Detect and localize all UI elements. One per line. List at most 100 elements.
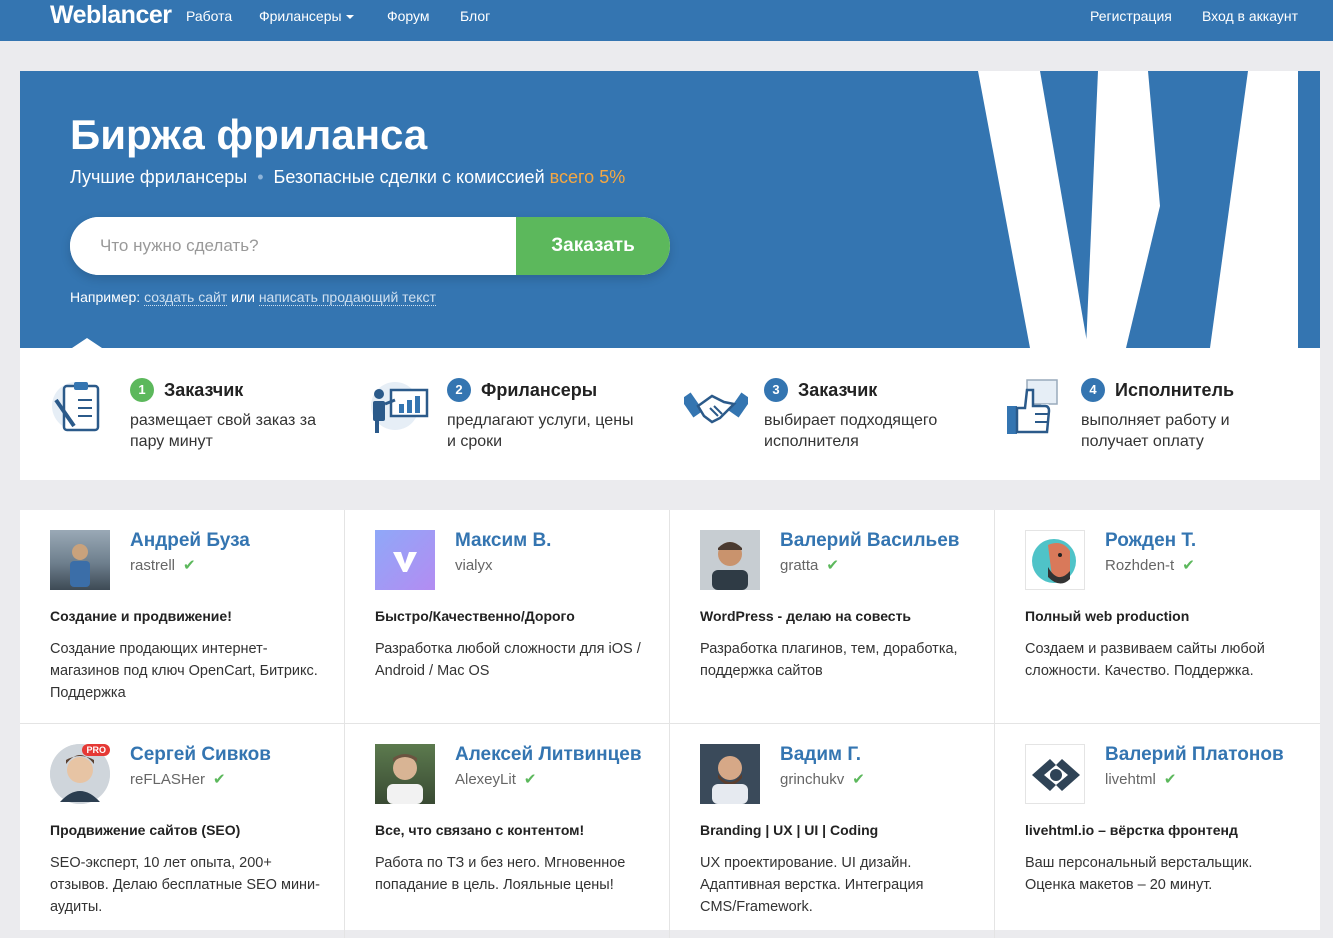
step-description: предлагают услуги, цены и сроки <box>447 412 634 450</box>
freelancer-login: Rozhden-t ✔ <box>1105 557 1195 575</box>
presenter-icon <box>371 382 429 433</box>
freelancer-card[interactable]: Валерий Платонов livehtml ✔ livehtml.io –… <box>995 724 1320 938</box>
how-it-works: 1 Заказчик размещает свой заказ за пару … <box>20 338 1320 480</box>
verified-check-icon: ✔ <box>183 557 196 574</box>
freelancer-login: reFLASHer ✔ <box>130 771 226 789</box>
freelancer-card[interactable]: Алексей Литвинцев AlexeyLit ✔ Все, что св… <box>345 724 670 938</box>
freelancer-card[interactable]: Вадим Г. grinchukv ✔ Branding | UX | UI |… <box>670 724 995 938</box>
freelancer-description: Ваш персональный верстальщик. Оценка мак… <box>1025 855 1253 893</box>
verified-check-icon: ✔ <box>852 771 865 788</box>
freelancer-name[interactable]: Рожден Т. <box>1105 530 1196 552</box>
step-number: 3 <box>764 378 788 402</box>
step-description: выбирает подходящего исполнителя <box>764 412 938 450</box>
freelancer-login: gratta ✔ <box>780 557 839 575</box>
step-1: 1 Заказчик размещает свой заказ за пару … <box>20 376 320 466</box>
freelancer-headline: WordPress - делаю на совесть <box>700 608 912 624</box>
clipboard-icon <box>52 382 100 432</box>
freelancer-card[interactable]: Рожден Т. Rozhden-t ✔ Полный web producti… <box>995 510 1320 724</box>
top-navbar: Weblancer Работа Фрилансеры Форум Блог Р… <box>0 0 1333 41</box>
handshake-icon <box>684 392 748 424</box>
login-text: rastrell <box>130 557 176 574</box>
register-link[interactable]: Регистрация <box>1090 0 1172 32</box>
step-description: выполняет работу и получает оплату <box>1081 412 1230 450</box>
step-number: 4 <box>1081 378 1105 402</box>
step-title: Исполнитель <box>1115 380 1235 400</box>
example-link-sales-text[interactable]: написать продающий текст <box>258 289 436 306</box>
avatar[interactable] <box>50 530 110 590</box>
nav-freelancers-label: Фрилансеры <box>259 8 342 24</box>
subtitle-safe-deals: Безопасные сделки с комиссией <box>273 167 545 187</box>
freelancer-description: Создаем и развиваем сайты любой сложност… <box>1025 641 1265 679</box>
freelancer-description: UX проектирование. UI дизайн. Адаптивная… <box>700 855 924 915</box>
freelancer-card[interactable]: Валерий Васильев gratta ✔ WordPress - дел… <box>670 510 995 724</box>
login-text: livehtml <box>1105 771 1156 788</box>
freelancer-login: rastrell ✔ <box>130 557 196 575</box>
step-title: Заказчик <box>164 380 244 400</box>
thumbs-up-icon <box>1007 379 1058 434</box>
notch-pointer <box>72 338 102 348</box>
step-description: размещает свой заказ за пару минут <box>130 412 316 450</box>
freelancer-name[interactable]: Андрей Буза <box>130 530 250 552</box>
avatar[interactable] <box>375 744 435 804</box>
example-or: или <box>231 289 255 305</box>
step-2: 2 Фрилансеры предлагают услуги, цены и с… <box>337 376 637 466</box>
task-input[interactable] <box>70 217 516 275</box>
freelancer-headline: Продвижение сайтов (SEO) <box>50 822 241 838</box>
freelancer-headline: Быстро/Качественно/Дорого <box>375 608 575 624</box>
example-link-create-site[interactable]: создать сайт <box>144 289 228 306</box>
freelancer-description: SEO-эксперт, 10 лет опыта, 200+ отзывов.… <box>50 855 320 915</box>
order-button[interactable]: Заказать <box>516 217 670 275</box>
freelancer-name[interactable]: Алексей Литвинцев <box>455 744 642 766</box>
freelancer-card[interactable]: Максим В. vialyx Быстро/Качественно/Доро… <box>345 510 670 724</box>
freelancer-headline: livehtml.io – вёрстка фронтенд <box>1025 822 1238 838</box>
login-text: AlexeyLit <box>455 771 516 788</box>
freelancer-login: vialyx <box>455 557 493 575</box>
nav-forum[interactable]: Форум <box>387 0 430 32</box>
step-4: 4 Исполнитель выполняет работу и получае… <box>971 376 1271 466</box>
freelancer-login: livehtml ✔ <box>1105 771 1176 789</box>
freelancer-name[interactable]: Сергей Сивков <box>130 744 271 766</box>
freelancer-login: AlexeyLit ✔ <box>455 771 536 789</box>
freelancer-name[interactable]: Валерий Васильев <box>780 530 959 552</box>
example-hint: Например: создать сайт или написать прод… <box>70 289 436 306</box>
step-3: 3 Заказчик выбирает подходящего исполнит… <box>654 376 954 466</box>
avatar[interactable]: PRO <box>50 744 110 804</box>
freelancer-card[interactable]: Андрей Буза rastrell ✔ Создание и продвиж… <box>20 510 345 724</box>
login-text: reFLASHer <box>130 771 206 788</box>
w-logo-graphic <box>978 71 1298 348</box>
freelancer-description: Разработка плагинов, тем, доработка, под… <box>700 641 958 679</box>
hero-banner: Биржа фриланса Лучшие фрилансеры • Безопас… <box>20 71 1320 348</box>
avatar[interactable] <box>375 530 435 590</box>
login-text: Rozhden-t <box>1105 557 1175 574</box>
verified-check-icon: ✔ <box>213 771 226 788</box>
freelancer-headline: Все, что связано с контентом! <box>375 822 585 838</box>
pro-badge: PRO <box>82 744 110 756</box>
nav-jobs[interactable]: Работа <box>186 0 232 32</box>
login-text: grinchukv <box>780 771 845 788</box>
avatar[interactable] <box>700 530 760 590</box>
nav-blog[interactable]: Блог <box>460 0 490 32</box>
example-prefix: Например: <box>70 289 141 305</box>
login-link[interactable]: Вход в аккаунт <box>1202 0 1298 32</box>
hero-subtitle: Лучшие фрилансеры • Безопасные сделки с ко… <box>70 167 625 188</box>
freelancer-headline: Branding | UX | UI | Coding <box>700 822 879 838</box>
avatar[interactable] <box>1025 744 1085 804</box>
nav-freelancers[interactable]: Фрилансеры <box>259 0 354 32</box>
freelancer-login: grinchukv ✔ <box>780 771 865 789</box>
avatar[interactable] <box>700 744 760 804</box>
avatar[interactable] <box>1025 530 1085 590</box>
freelancer-description: Разработка любой сложности для iOS / And… <box>375 641 641 679</box>
freelancer-grid: Андрей Буза rastrell ✔ Создание и продвиж… <box>20 510 1320 938</box>
verified-check-icon: ✔ <box>826 557 839 574</box>
freelancer-headline: Полный web production <box>1025 608 1190 624</box>
freelancer-name[interactable]: Вадим Г. <box>780 744 861 766</box>
site-logo[interactable]: Weblancer <box>50 0 172 30</box>
order-search-box: Заказать <box>70 217 670 275</box>
freelancer-headline: Создание и продвижение! <box>50 608 232 624</box>
login-text: gratta <box>780 557 819 574</box>
step-title: Заказчик <box>798 380 878 400</box>
commission-highlight: всего 5% <box>549 167 626 187</box>
freelancer-card[interactable]: PRO Сергей Сивков reFLASHer ✔ Продвижение… <box>20 724 345 938</box>
freelancer-name[interactable]: Максим В. <box>455 530 551 552</box>
freelancer-name[interactable]: Валерий Платонов <box>1105 744 1284 766</box>
